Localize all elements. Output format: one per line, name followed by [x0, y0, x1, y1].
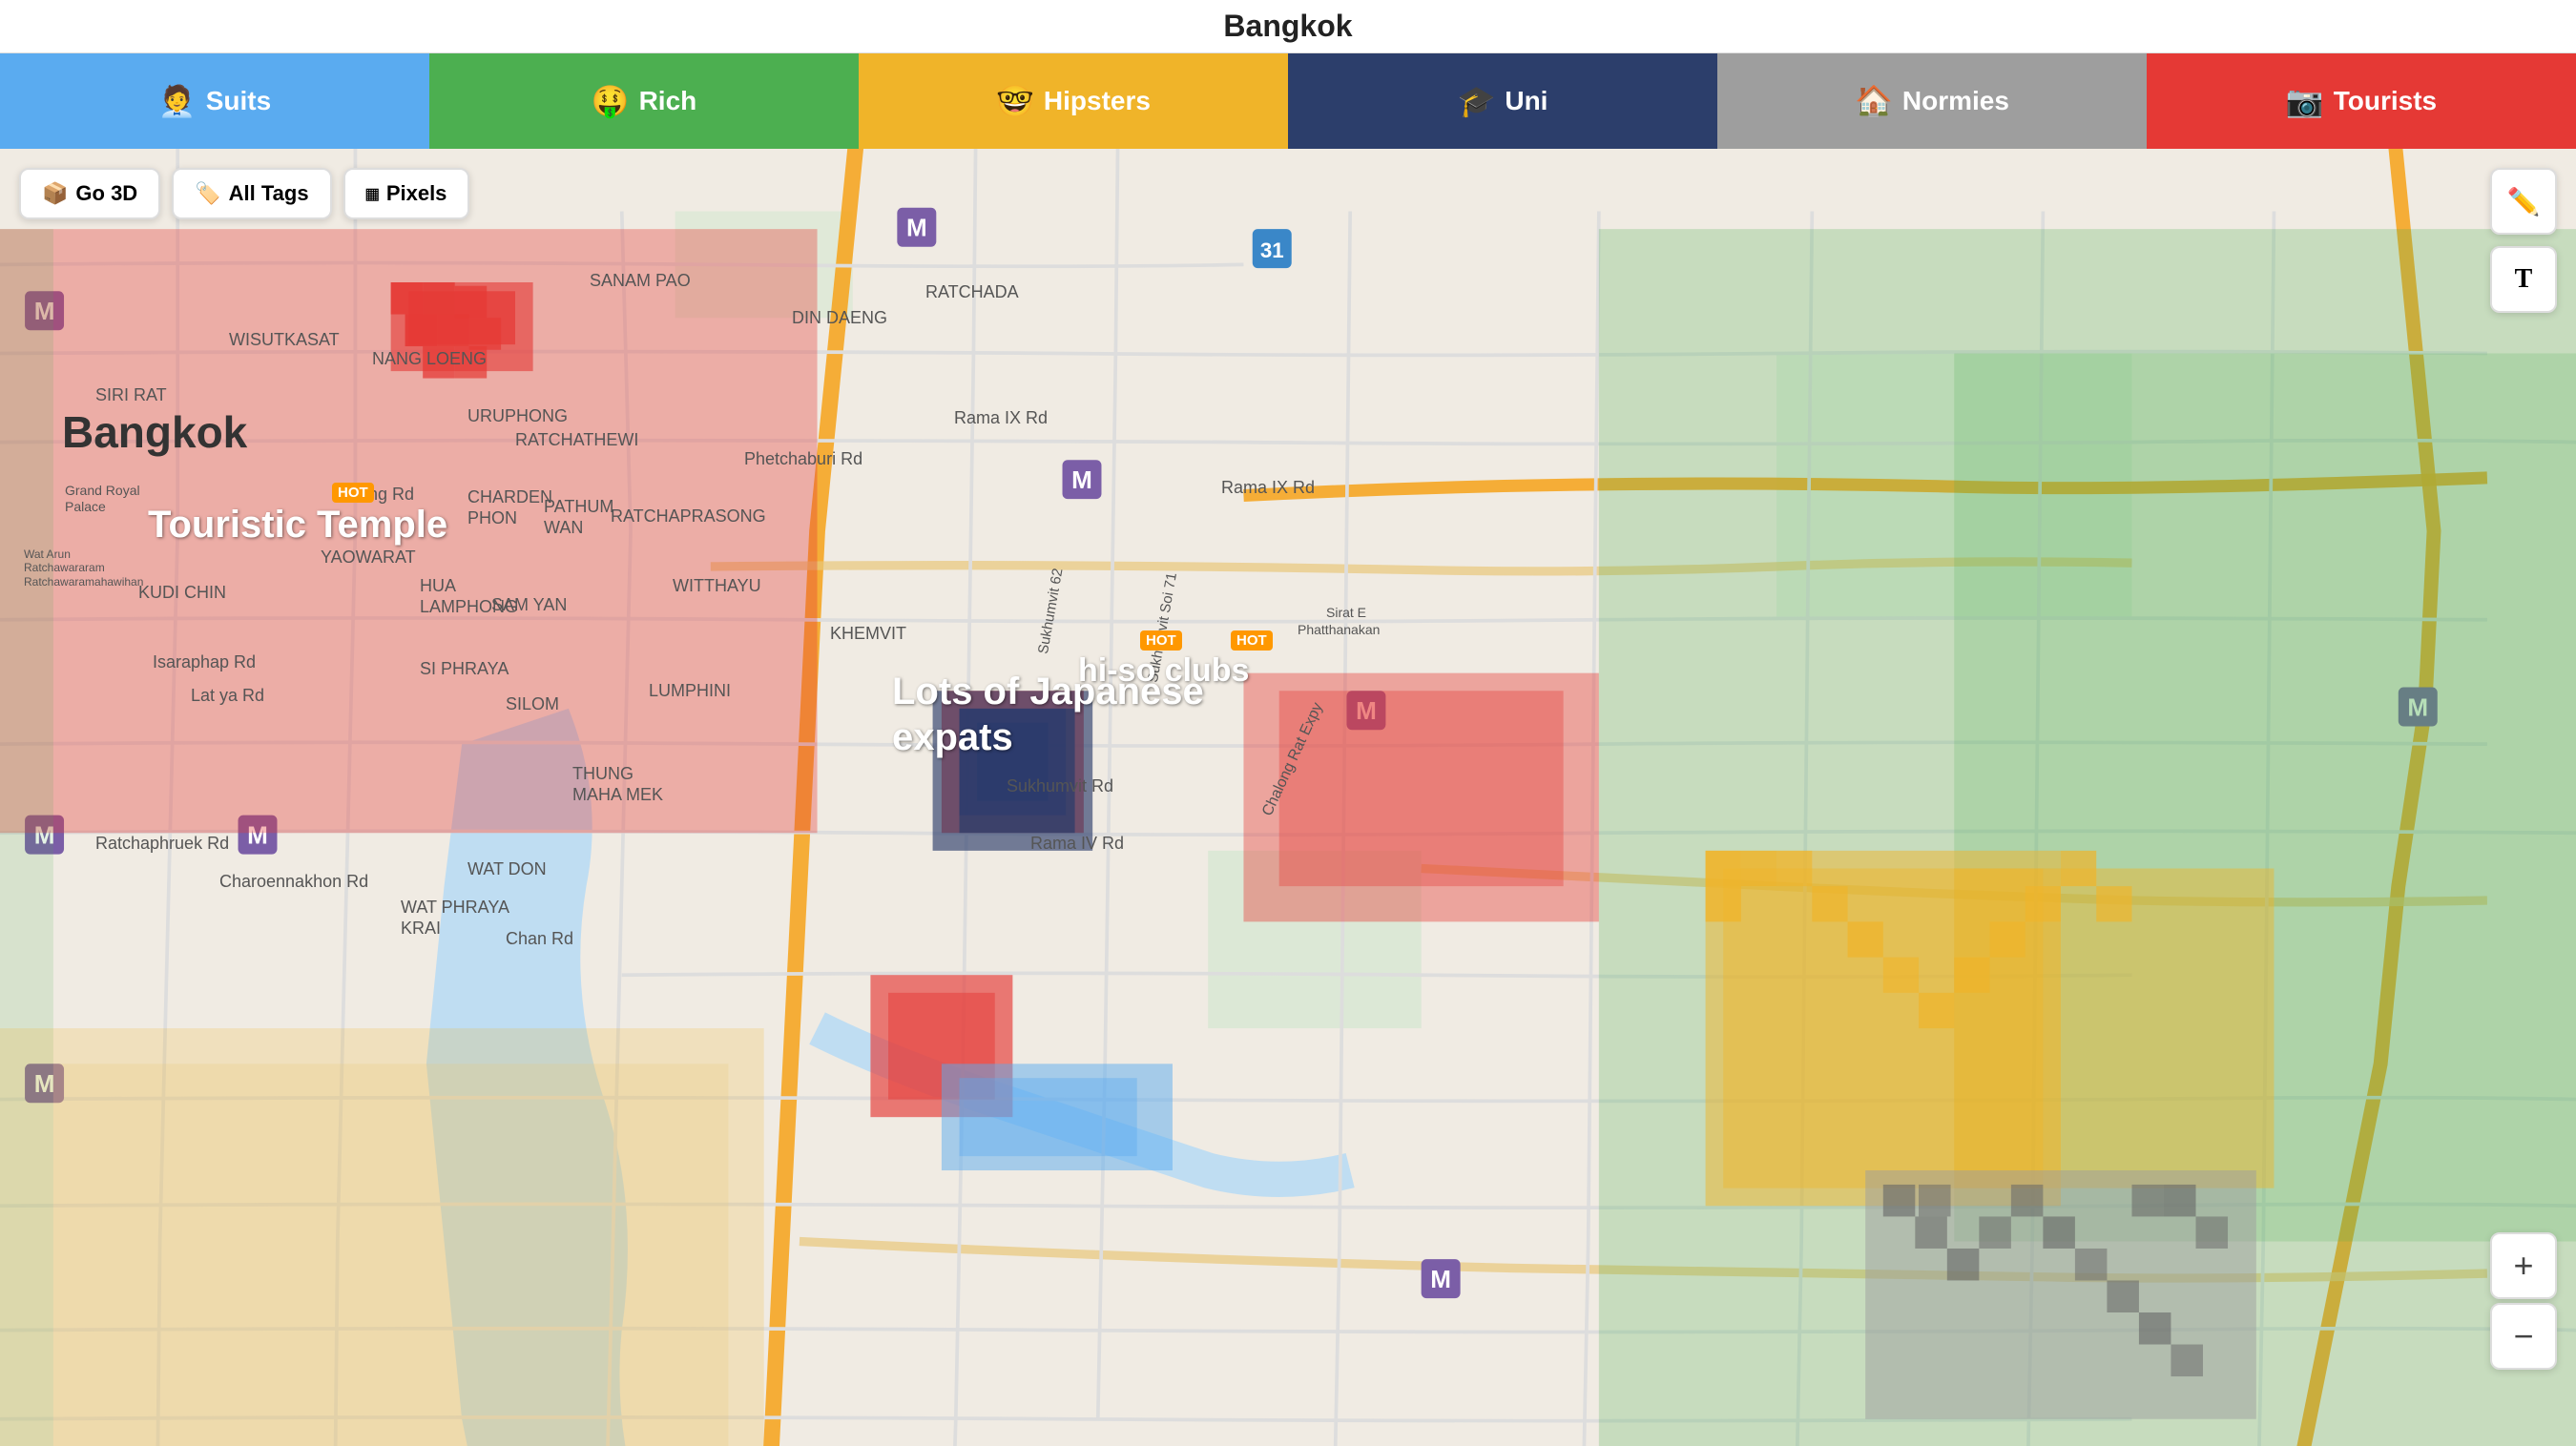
- pencil-icon: ✏️: [2507, 186, 2541, 217]
- rich-label: Rich: [639, 86, 697, 116]
- tourists-label: Tourists: [2334, 86, 2437, 116]
- hipsters-emoji: 🤓: [996, 83, 1034, 119]
- category-tabs: 🧑‍💼 Suits 🤑 Rich 🤓 Hipsters 🎓 Uni 🏠 Norm…: [0, 53, 2576, 149]
- zoom-controls: + −: [2490, 1232, 2557, 1370]
- svg-text:M: M: [1430, 1265, 1451, 1293]
- map-svg: M M M 31 M M M M M: [0, 149, 2576, 1446]
- svg-text:M: M: [34, 1069, 55, 1098]
- uni-label: Uni: [1505, 86, 1548, 116]
- suits-label: Suits: [206, 86, 271, 116]
- text-button[interactable]: T: [2490, 246, 2557, 313]
- pencil-button[interactable]: ✏️: [2490, 168, 2557, 235]
- all-tags-icon: 🏷️: [195, 181, 220, 206]
- go3d-button[interactable]: 📦 Go 3D: [19, 168, 160, 219]
- go3d-icon: 📦: [42, 181, 68, 206]
- svg-text:M: M: [2407, 692, 2428, 721]
- tourists-emoji: 📷: [2286, 83, 2324, 119]
- svg-text:M: M: [34, 820, 55, 849]
- normies-emoji: 🏠: [1855, 83, 1893, 119]
- tab-suits[interactable]: 🧑‍💼 Suits: [0, 53, 429, 149]
- map-base: M M M 31 M M M M M: [0, 149, 2576, 1446]
- go3d-label: Go 3D: [75, 181, 137, 206]
- suits-emoji: 🧑‍💼: [158, 83, 197, 119]
- all-tags-button[interactable]: 🏷️ All Tags: [172, 168, 331, 219]
- pixels-label: Pixels: [386, 181, 447, 206]
- hipsters-label: Hipsters: [1044, 86, 1151, 116]
- page-title: Bangkok: [1223, 9, 1352, 44]
- tab-tourists[interactable]: 📷 Tourists: [2147, 53, 2576, 149]
- svg-text:M: M: [906, 214, 927, 242]
- uni-emoji: 🎓: [1458, 83, 1496, 119]
- zoom-in-button[interactable]: +: [2490, 1232, 2557, 1299]
- all-tags-label: All Tags: [229, 181, 309, 206]
- tab-hipsters[interactable]: 🤓 Hipsters: [859, 53, 1288, 149]
- tab-uni[interactable]: 🎓 Uni: [1288, 53, 1717, 149]
- side-tools: ✏️ T: [2490, 168, 2557, 313]
- svg-text:M: M: [34, 297, 55, 325]
- pixels-icon: ▦: [366, 182, 379, 206]
- tab-normies[interactable]: 🏠 Normies: [1717, 53, 2147, 149]
- text-icon: T: [2515, 264, 2533, 295]
- zoom-in-icon: +: [2513, 1246, 2533, 1286]
- zoom-out-button[interactable]: −: [2490, 1303, 2557, 1370]
- app: Bangkok 🧑‍💼 Suits 🤑 Rich 🤓 Hipsters 🎓 Un…: [0, 0, 2576, 1446]
- zoom-out-icon: −: [2513, 1316, 2533, 1356]
- tab-rich[interactable]: 🤑 Rich: [429, 53, 859, 149]
- svg-text:M: M: [1071, 465, 1092, 494]
- rich-emoji: 🤑: [592, 83, 630, 119]
- title-bar: Bangkok: [0, 0, 2576, 53]
- map-area[interactable]: M M M 31 M M M M M: [0, 149, 2576, 1446]
- svg-text:M: M: [1356, 696, 1377, 725]
- svg-text:M: M: [247, 820, 268, 849]
- toolbar: 📦 Go 3D 🏷️ All Tags ▦ Pixels: [19, 168, 469, 219]
- normies-label: Normies: [1902, 86, 2009, 116]
- svg-text:31: 31: [1260, 238, 1284, 262]
- pixels-button[interactable]: ▦ Pixels: [343, 168, 470, 219]
